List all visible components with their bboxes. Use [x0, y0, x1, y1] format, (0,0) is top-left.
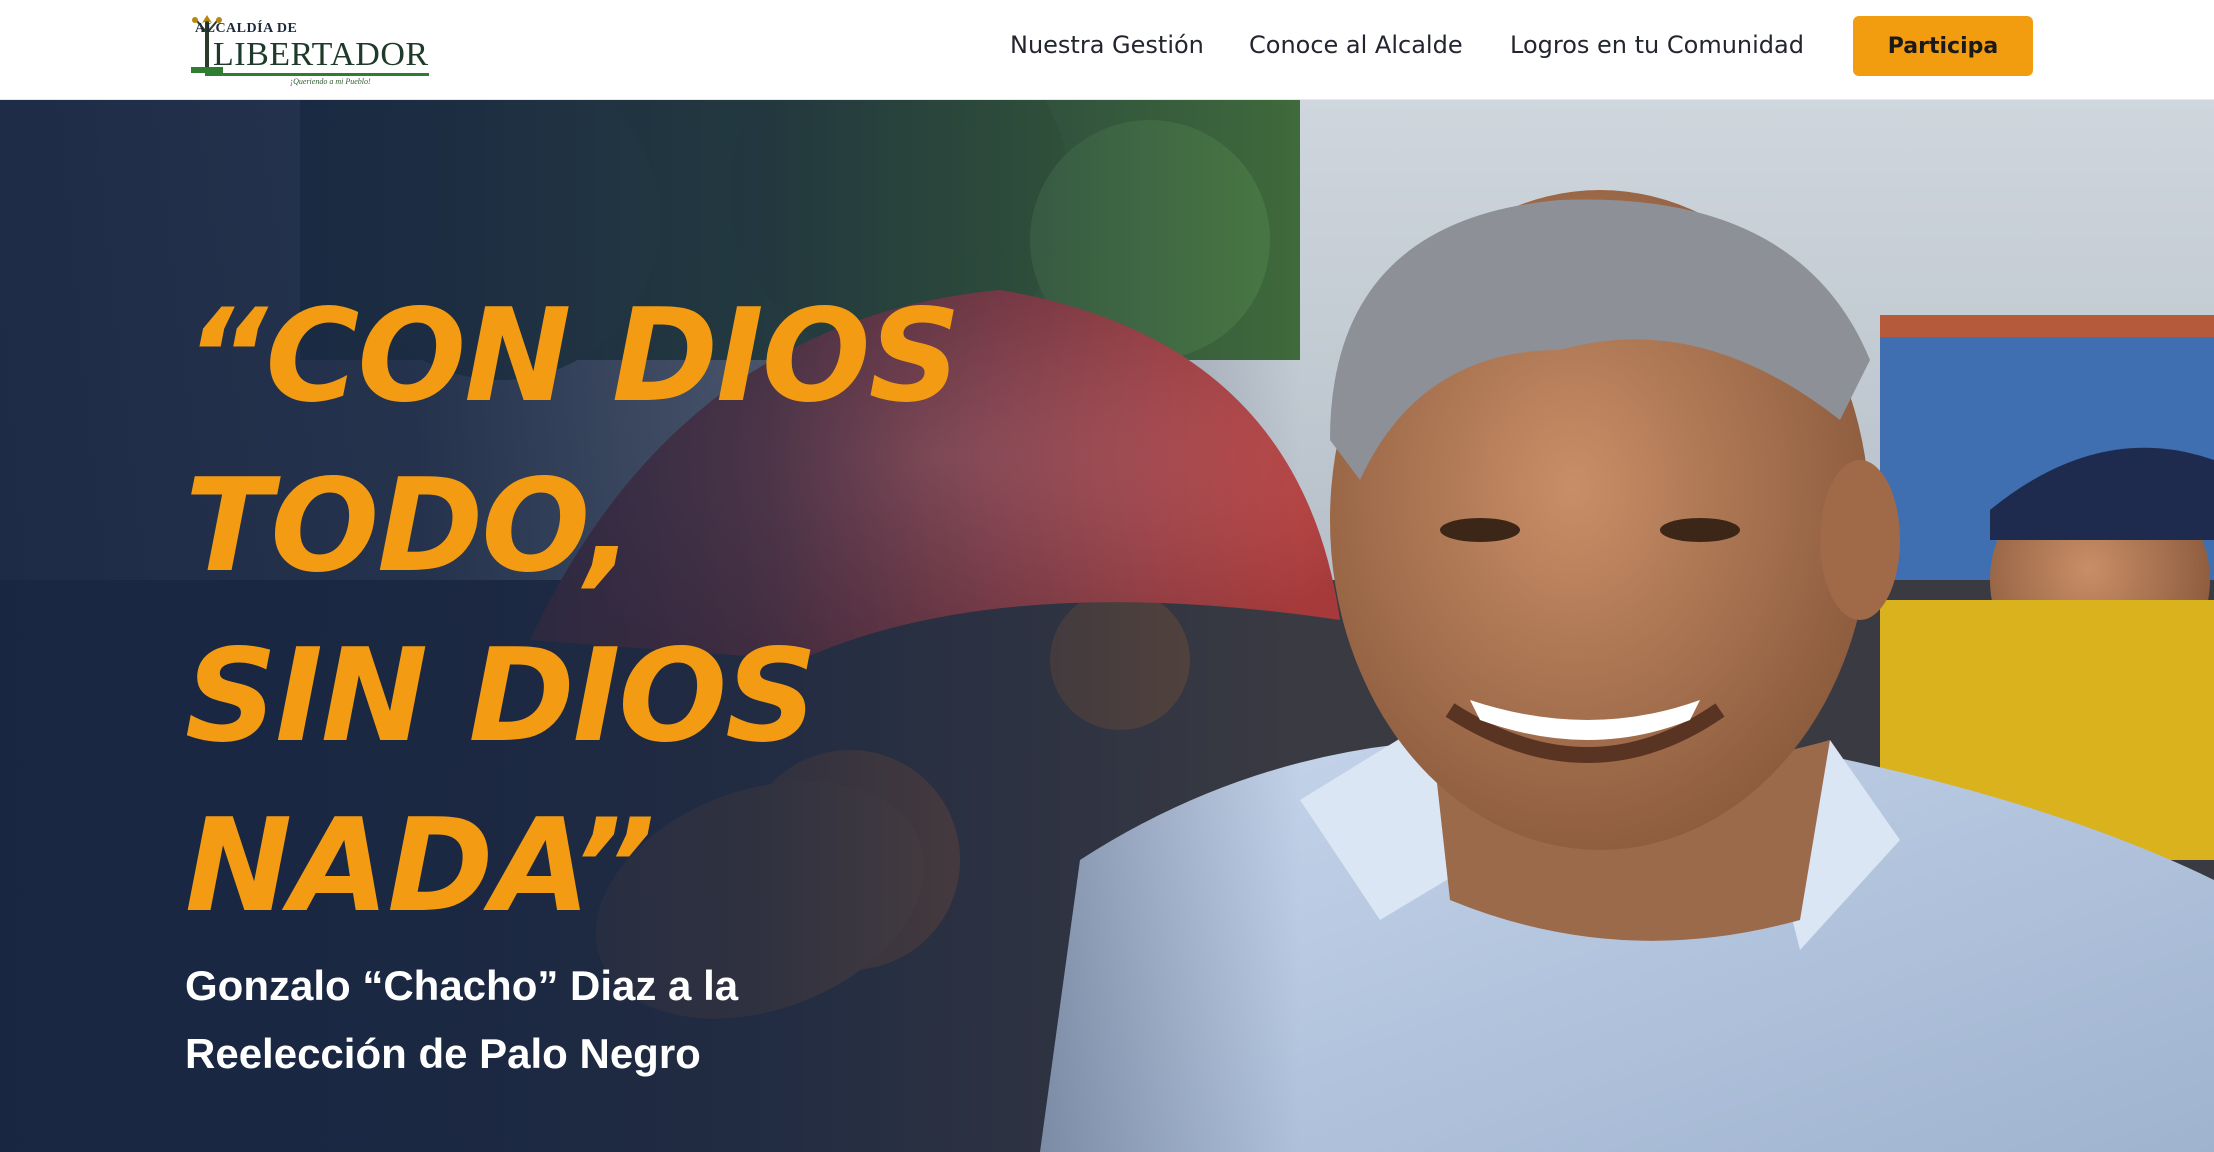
- alcaldia-logo[interactable]: ALCALDÍA DE LIBERTADOR ¡Queriendo a mi P…: [185, 9, 430, 86]
- logo-underline: [205, 73, 429, 76]
- quote-line: TODO,: [185, 452, 634, 601]
- site-header: ALCALDÍA DE LIBERTADOR ¡Queriendo a mi P…: [0, 0, 2214, 100]
- subtitle-line: Gonzalo “Chacho” Diaz a la: [185, 962, 739, 1009]
- quote-line: “CON DIOS: [185, 282, 961, 431]
- logo-line1: ALCALDÍA DE: [195, 21, 298, 36]
- logo-slogan: ¡Queriendo a mi Pueblo!: [290, 77, 371, 86]
- subtitle-line: Reelección de Palo Negro: [185, 1030, 701, 1077]
- quote-line: SIN DIOS: [185, 622, 817, 771]
- nav-conoce-al-alcalde[interactable]: Conoce al Alcalde: [1249, 31, 1463, 59]
- nav-logros-comunidad[interactable]: Logros en tu Comunidad: [1510, 31, 1804, 59]
- participa-button[interactable]: Participa: [1853, 16, 2033, 76]
- logo-line2: LIBERTADOR: [213, 36, 429, 73]
- nav-nuestra-gestion[interactable]: Nuestra Gestión: [1010, 31, 1204, 59]
- quote-line: NADA”: [185, 792, 655, 941]
- hero-section: “CON DIOS TODO, SIN DIOS NADA” Gonzalo “…: [0, 100, 2214, 1152]
- hero-quote: “CON DIOS TODO, SIN DIOS NADA”: [185, 272, 1085, 952]
- hero-subtitle: Gonzalo “Chacho” Diaz a la Reelección de…: [185, 952, 885, 1088]
